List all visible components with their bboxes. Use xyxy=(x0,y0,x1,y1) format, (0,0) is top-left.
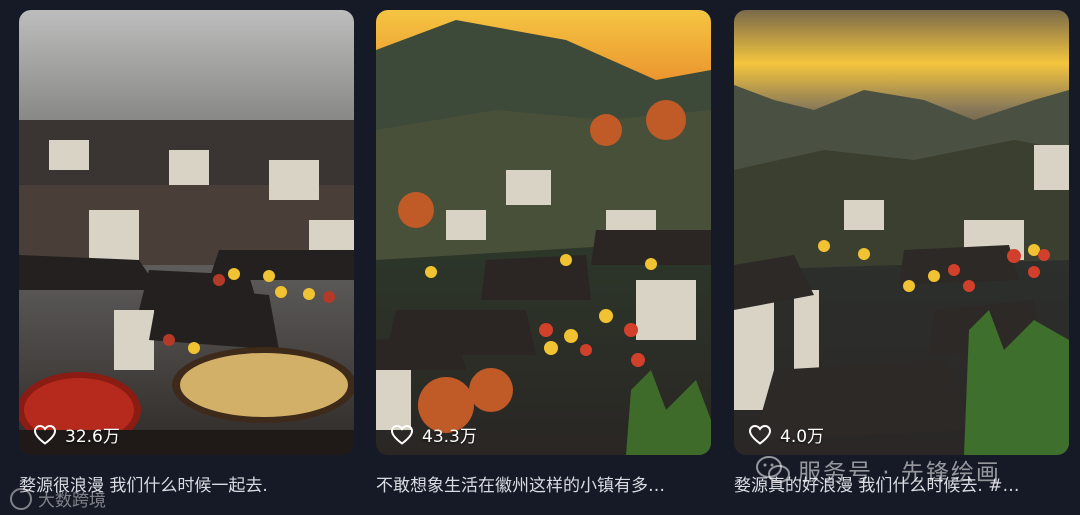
like-count-3: 4.0万 xyxy=(748,422,824,447)
video-thumbnail-3 xyxy=(734,10,1069,455)
watermark-logo-icon xyxy=(10,487,32,510)
like-count-text-2: 43.3万 xyxy=(422,427,477,447)
heart-icon[interactable] xyxy=(33,423,57,447)
heart-icon[interactable] xyxy=(390,423,414,447)
like-count-1: 32.6万 xyxy=(33,422,120,447)
video-card-1[interactable]: 32.6万 xyxy=(19,10,354,455)
caption-2[interactable]: 不敢想象生活在徽州这样的小镇有多… xyxy=(376,471,716,496)
video-card-2[interactable]: 43.3万 xyxy=(376,10,711,455)
video-thumbnail-2 xyxy=(376,10,711,455)
watermark-right-text: 服务号 · 先锋绘画 xyxy=(798,460,1001,486)
video-thumbnail-1 xyxy=(19,10,354,455)
like-count-2: 43.3万 xyxy=(390,422,477,447)
watermark-right: 服务号 · 先锋绘画 xyxy=(756,453,1001,487)
watermark-left: 大数跨境 xyxy=(10,486,106,511)
watermark-left-text: 大数跨境 xyxy=(38,491,106,511)
video-card-3[interactable]: 4.0万 xyxy=(734,10,1069,455)
heart-icon[interactable] xyxy=(748,423,772,447)
like-count-text-3: 4.0万 xyxy=(780,427,825,447)
like-count-text-1: 32.6万 xyxy=(65,427,120,447)
wechat-icon xyxy=(756,456,790,483)
